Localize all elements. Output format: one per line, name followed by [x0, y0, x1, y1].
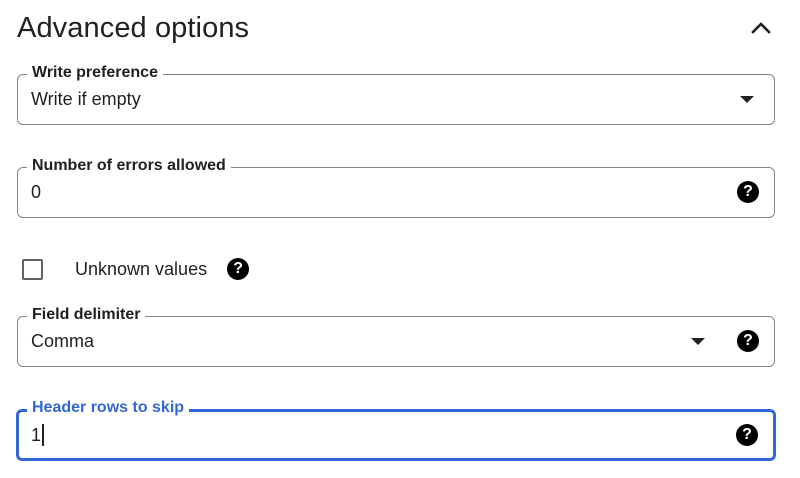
section-header[interactable]: Advanced options	[17, 6, 779, 50]
help-icon[interactable]: ?	[737, 330, 759, 352]
unknown-values-row: Unknown values ?	[22, 256, 250, 282]
field-delimiter-select[interactable]: Field delimiter Comma ?	[17, 305, 775, 367]
errors-allowed-input[interactable]: Number of errors allowed 0 ?	[17, 156, 775, 218]
field-delimiter-label: Field delimiter	[27, 305, 146, 325]
help-icon[interactable]: ?	[736, 424, 758, 446]
unknown-values-checkbox[interactable]	[22, 258, 43, 280]
chevron-up-icon[interactable]	[743, 10, 779, 46]
write-preference-label: Write preference	[27, 63, 163, 83]
help-icon[interactable]: ?	[737, 181, 759, 203]
advanced-options-panel: Advanced options Write preference Write …	[0, 0, 800, 478]
header-rows-value-wrap: 1	[31, 424, 44, 446]
errors-allowed-label: Number of errors allowed	[27, 156, 231, 176]
text-caret	[42, 424, 44, 446]
field-delimiter-value: Comma	[31, 331, 95, 351]
errors-allowed-value: 0	[31, 182, 42, 202]
unknown-values-label[interactable]: Unknown values	[75, 259, 207, 280]
header-rows-label: Header rows to skip	[27, 398, 190, 418]
write-preference-value: Write if empty	[31, 89, 141, 109]
help-icon[interactable]: ?	[227, 258, 250, 280]
section-title: Advanced options	[17, 11, 250, 44]
header-rows-value: 1	[31, 425, 42, 445]
dropdown-arrow-icon[interactable]	[691, 338, 705, 345]
write-preference-select[interactable]: Write preference Write if empty	[17, 63, 775, 125]
dropdown-arrow-icon[interactable]	[740, 96, 754, 103]
header-rows-input[interactable]: Header rows to skip 1 ?	[16, 398, 776, 461]
